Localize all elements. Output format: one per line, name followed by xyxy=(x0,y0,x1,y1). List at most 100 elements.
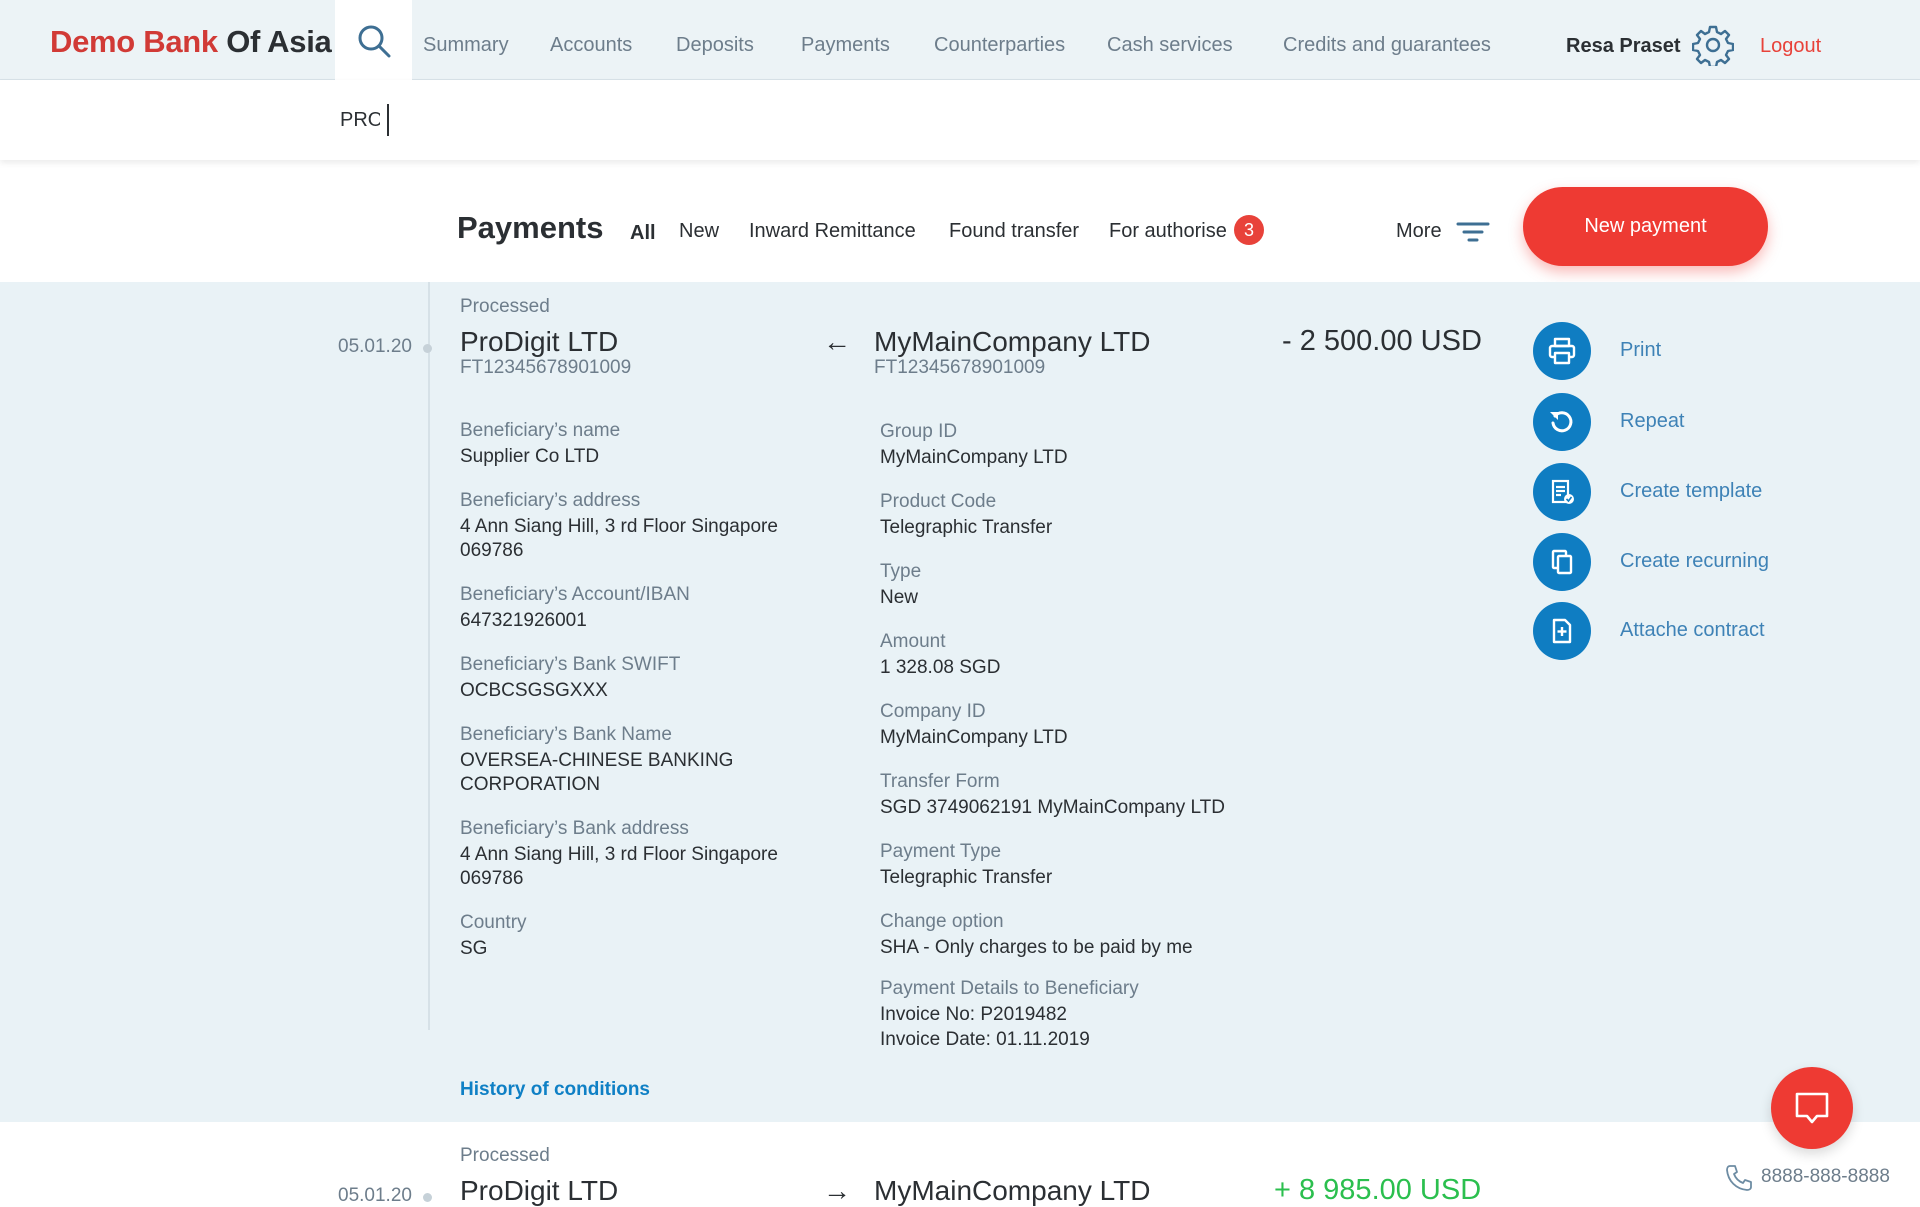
payee-name: MyMainCompany LTD xyxy=(874,326,1151,357)
payment-status: Processed xyxy=(460,1145,550,1166)
create-recurring-label: Create recurning xyxy=(1620,550,1769,572)
search-input[interactable] xyxy=(340,104,380,136)
field-label: Beneficiary’s address xyxy=(460,490,641,511)
field-value: 1 328.08 SGD xyxy=(880,657,1001,678)
repeat-icon xyxy=(1550,411,1573,433)
field-label: Beneficiary’s Bank Name xyxy=(460,724,672,745)
field-label: Product Code xyxy=(880,491,997,512)
payment-status: Processed xyxy=(460,296,550,317)
create-recurring-action[interactable]: Create recurning xyxy=(1533,533,1833,591)
field-label: Beneficiary’s name xyxy=(460,420,621,441)
field-value: SHA - Only charges to be paid by me xyxy=(880,937,1193,958)
field-value: 4 Ann Siang Hill, 3 rd Floor Singapore 0… xyxy=(460,844,778,889)
field-label: Payment Type xyxy=(880,841,1002,862)
field-value: SGD 3749062191 MyMainCompany LTD xyxy=(880,797,1225,818)
nav-cash-services[interactable]: Cash services xyxy=(1107,34,1233,57)
direction-arrow: ← xyxy=(823,326,851,357)
payment-amount: + 8 985.00 USD xyxy=(1274,1174,1482,1206)
create-template-label: Create template xyxy=(1620,480,1763,502)
phone-icon xyxy=(1726,1165,1752,1191)
payer-reference: FT12345678901009 xyxy=(460,357,632,378)
field-label: Country xyxy=(460,912,527,933)
field-label: Group ID xyxy=(880,421,958,442)
chat-icon xyxy=(1795,1092,1829,1124)
field-label: Beneficiary’s Account/IBAN xyxy=(460,584,690,605)
nav-counterparties[interactable]: Counterparties xyxy=(934,34,1065,57)
field-value: MyMainCompany LTD xyxy=(880,727,1068,748)
field-label: Transfer Form xyxy=(880,771,1000,792)
field-value: Invoice Date: 01.11.2019 xyxy=(880,1029,1090,1050)
payer-name: ProDigit LTD xyxy=(460,1175,619,1206)
payment-amount: - 2 500.00 USD xyxy=(1282,325,1482,357)
print-action[interactable]: Print xyxy=(1533,322,1833,380)
field-label: Change option xyxy=(880,911,1004,932)
create-template-action[interactable]: Create template xyxy=(1533,463,1833,521)
history-of-conditions-link[interactable]: History of conditions xyxy=(460,1079,650,1101)
tab-all[interactable]: All xyxy=(630,222,656,245)
attach-contract-action[interactable]: Attache contract xyxy=(1533,602,1833,660)
filter-icon[interactable] xyxy=(1456,218,1490,246)
payment-record[interactable]: 05.01.20 Processed ProDigit LTD → MyMain… xyxy=(0,1122,1920,1207)
payer-name: ProDigit LTD xyxy=(460,326,619,357)
field-label: Amount xyxy=(880,631,946,652)
payment-record-expanded[interactable]: 05.01.20 Processed ProDigit LTD FT123456… xyxy=(0,282,1920,1122)
logout-link[interactable]: Logout xyxy=(1760,35,1821,58)
field-label: Company ID xyxy=(880,701,986,722)
nav-payments[interactable]: Payments xyxy=(801,34,890,57)
attach-contract-label: Attache contract xyxy=(1620,619,1765,641)
field-label: Type xyxy=(880,561,922,582)
search-button[interactable] xyxy=(335,0,412,82)
nav-deposits[interactable]: Deposits xyxy=(676,34,754,57)
field-value: 647321926001 xyxy=(460,610,587,631)
timeline-line xyxy=(428,282,430,1030)
payment-date: 05.01.20 xyxy=(338,336,412,357)
print-label: Print xyxy=(1620,339,1662,361)
authorise-count-badge: 3 xyxy=(1234,215,1264,245)
nav-credits-guarantees[interactable]: Credits and guarantees xyxy=(1283,34,1491,57)
field-label: Beneficiary’s Bank SWIFT xyxy=(460,654,681,675)
text-caret xyxy=(387,104,389,136)
gear-icon[interactable] xyxy=(1692,24,1734,66)
attach-document-icon xyxy=(1552,618,1572,644)
field-value: Telegraphic Transfer xyxy=(880,517,1053,538)
support-phone-number[interactable]: 8888-888-8888 xyxy=(1761,1166,1890,1188)
tab-for-authorise[interactable]: For authorise xyxy=(1109,220,1227,243)
timeline-dot xyxy=(423,344,432,353)
field-value: New xyxy=(880,587,919,608)
printer-icon xyxy=(1548,337,1576,365)
copy-icon xyxy=(1551,549,1573,575)
field-value: Supplier Co LTD xyxy=(460,446,600,467)
more-filter-button[interactable]: More xyxy=(1396,220,1442,243)
field-label: Beneficiary’s Bank address xyxy=(460,818,689,839)
field-value: SG xyxy=(460,938,488,959)
field-value: MyMainCompany LTD xyxy=(880,447,1068,468)
search-icon xyxy=(358,25,390,58)
new-payment-button[interactable]: New payment xyxy=(1523,187,1768,266)
chat-button[interactable] xyxy=(1771,1067,1853,1149)
page-title: Payments xyxy=(457,210,604,245)
field-value: OVERSEA-CHINESE BANKING CORPORATION xyxy=(460,750,734,795)
top-navigation-bar: Demo Bank Of Asia Summary Accounts Depos… xyxy=(0,0,1920,82)
tab-found-transfer[interactable]: Found transfer xyxy=(949,220,1079,243)
field-value: 4 Ann Siang Hill, 3 rd Floor Singapore 0… xyxy=(460,516,778,561)
payment-date: 05.01.20 xyxy=(338,1185,412,1206)
template-icon xyxy=(1551,479,1574,504)
payments-header: Payments All New Inward Remittance Found… xyxy=(0,160,1920,282)
payee-name: MyMainCompany LTD xyxy=(874,1175,1151,1206)
repeat-action[interactable]: Repeat xyxy=(1533,393,1833,451)
tab-new[interactable]: New xyxy=(679,220,719,243)
repeat-label: Repeat xyxy=(1620,410,1685,432)
field-value: Telegraphic Transfer xyxy=(880,867,1053,888)
tab-inward-remittance[interactable]: Inward Remittance xyxy=(749,220,916,243)
bank-logo[interactable]: Demo Bank Of Asia xyxy=(50,24,332,60)
direction-arrow: → xyxy=(823,1175,851,1206)
nav-accounts[interactable]: Accounts xyxy=(550,34,632,57)
user-name[interactable]: Resa Praset xyxy=(1566,35,1681,58)
payee-reference: FT12345678901009 xyxy=(874,357,1046,378)
field-label: Payment Details to Beneficiary xyxy=(880,978,1139,999)
field-value: OCBCSGSGXXX xyxy=(460,680,608,701)
field-value: Invoice No: P2019482 xyxy=(880,1004,1067,1025)
search-panel xyxy=(0,80,1920,160)
nav-summary[interactable]: Summary xyxy=(423,34,509,57)
timeline-dot xyxy=(423,1193,432,1202)
